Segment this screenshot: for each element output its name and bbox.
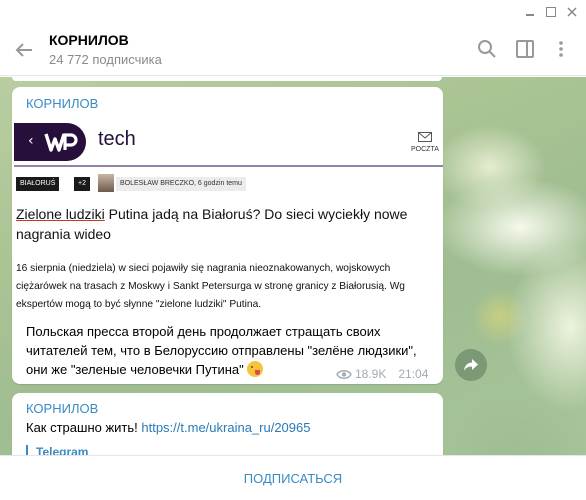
message-sender[interactable]: КОРНИЛОВ [26, 96, 98, 111]
close-icon[interactable] [564, 4, 580, 20]
wp-mark-icon [44, 133, 78, 152]
zany-face-emoji [247, 361, 264, 377]
message-bubble[interactable]: КОРНИЛОВ ‹ tech POCZTA BIAŁORUŚ +2 BOLES… [12, 87, 443, 384]
share-forward-icon[interactable] [455, 349, 487, 381]
mail-label: POCZTA [411, 146, 439, 153]
message-text-2-body: Как страшно жить! [26, 420, 142, 435]
link-preview[interactable]: Telegram [26, 445, 88, 455]
author-avatar [98, 174, 114, 192]
chat-area[interactable]: КОРНИЛОВ ‹ tech POCZTA BIAŁORUŚ +2 BOLES… [0, 77, 586, 455]
minimize-icon[interactable] [522, 4, 538, 20]
category-tag: BIAŁORUŚ [16, 177, 60, 191]
window-titlebar [0, 0, 586, 24]
message-text-2: Как страшно жить! https://t.me/ukraina_r… [26, 420, 310, 435]
channel-title[interactable]: КОРНИЛОВ [49, 32, 129, 48]
maximize-icon[interactable] [543, 4, 559, 20]
category-tag-more: +2 [74, 177, 90, 191]
wp-logo: ‹ [14, 123, 86, 161]
chat-header: КОРНИЛОВ 24 772 подписчика [0, 24, 586, 76]
message-sender-2[interactable]: КОРНИЛОВ [26, 401, 98, 416]
link-preview-title: Telegram [36, 445, 89, 455]
view-count: 18.9K [355, 367, 387, 381]
headline-link: Zielone ludziki [16, 206, 105, 222]
mail-icon [418, 132, 432, 142]
message-time: 21:04 [398, 367, 429, 381]
article-headline: Zielone ludziki Putina jadą na Białoruś?… [16, 204, 426, 244]
author-line: BOLESŁAW BRECZKO, 6 godzin temu [116, 177, 246, 191]
article-lead: 16 sierpnia (niedziela) w sieci pojawiły… [16, 263, 405, 310]
subscribe-bar: ПОДПИСАТЬСЯ [0, 455, 586, 500]
sidebar-panel-icon[interactable] [514, 38, 536, 60]
wp-back-chevron-icon: ‹ [28, 133, 34, 149]
subscriber-count: 24 772 подписчика [49, 52, 162, 67]
eye-icon [336, 370, 352, 379]
search-icon[interactable] [476, 38, 498, 60]
message-link[interactable]: https://t.me/ukraina_ru/20965 [141, 420, 310, 435]
subscribe-button[interactable]: ПОДПИСАТЬСЯ [0, 456, 586, 500]
previous-message-edge [12, 77, 442, 81]
header-divider [14, 165, 443, 167]
article-screenshot-image[interactable]: ‹ tech POCZTA BIAŁORUŚ +2 BOLESŁAW BRECZ… [14, 120, 443, 317]
message-bubble-2[interactable]: КОРНИЛОВ Как страшно жить! https://t.me/… [12, 393, 443, 455]
message-meta: 18.9K 21:04 [336, 367, 428, 381]
more-vertical-icon[interactable] [550, 38, 572, 60]
back-arrow-icon[interactable] [12, 38, 36, 62]
wp-tech-label: tech [98, 128, 136, 150]
